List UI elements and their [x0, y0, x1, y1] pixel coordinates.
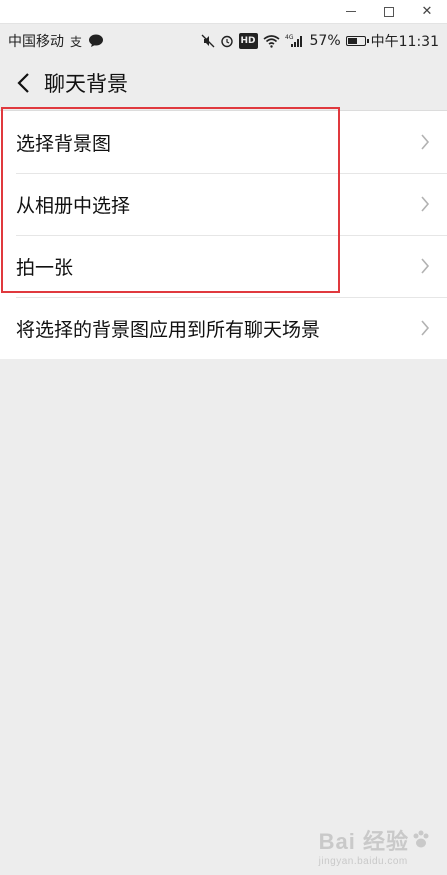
watermark-logo: Bai 经验	[319, 824, 433, 856]
signal-icon: 4G	[285, 33, 305, 49]
hd-badge: HD	[238, 32, 258, 49]
wifi-icon	[263, 33, 280, 49]
svg-text:4G: 4G	[285, 34, 294, 41]
maximize-icon	[384, 6, 394, 17]
chat-bubble-icon	[88, 33, 104, 49]
chevron-left-icon	[17, 73, 29, 93]
chevron-right-icon	[419, 257, 431, 275]
status-left: 中国移动 支	[8, 31, 104, 51]
mute-icon	[201, 33, 215, 49]
status-bar: 中国移动 支 HD 4G 57% 中午11:31	[0, 25, 447, 56]
menu-item-label: 选择背景图	[16, 132, 112, 155]
alarm-icon	[220, 33, 234, 49]
close-button[interactable]: ✕	[419, 4, 435, 20]
close-icon: ✕	[421, 4, 433, 19]
menu-item-apply-to-all-chats[interactable]: 将选择的背景图应用到所有聊天场景	[0, 297, 447, 359]
page-title: 聊天背景	[44, 72, 128, 96]
menu-item-choose-background[interactable]: 选择背景图	[0, 111, 447, 173]
menu-item-label: 将选择的背景图应用到所有聊天场景	[16, 318, 321, 341]
battery-percent: 57%	[309, 32, 341, 49]
battery-icon	[345, 33, 369, 49]
window-title-bar: ✕	[0, 0, 447, 24]
menu-item-label: 从相册中选择	[16, 194, 131, 217]
minimize-button[interactable]	[343, 4, 359, 20]
watermark-text: Bai 经验	[318, 829, 409, 854]
watermark: Bai 经验 jingyan.baidu.com	[319, 824, 433, 867]
chevron-right-icon	[419, 319, 431, 337]
chevron-right-icon	[419, 133, 431, 151]
menu-list: 选择背景图 从相册中选择 拍一张 将选择的背景图应用到所有聊天场景	[0, 110, 447, 359]
svg-text:支: 支	[70, 35, 82, 48]
back-button[interactable]	[8, 63, 38, 103]
carrier-label: 中国移动	[8, 33, 64, 50]
chevron-right-icon	[419, 195, 431, 213]
alipay-icon: 支	[69, 33, 83, 49]
paw-icon	[413, 830, 429, 848]
menu-item-label: 拍一张	[16, 256, 74, 279]
menu-item-take-photo[interactable]: 拍一张	[0, 235, 447, 297]
status-time: 中午11:31	[370, 33, 439, 50]
maximize-button[interactable]	[381, 4, 397, 20]
menu-item-choose-from-album[interactable]: 从相册中选择	[0, 173, 447, 235]
navigation-bar: 聊天背景	[0, 56, 447, 110]
minimize-icon	[346, 11, 356, 12]
watermark-url: jingyan.baidu.com	[318, 856, 408, 867]
status-right: HD 4G 57% 中午11:31	[201, 31, 439, 51]
